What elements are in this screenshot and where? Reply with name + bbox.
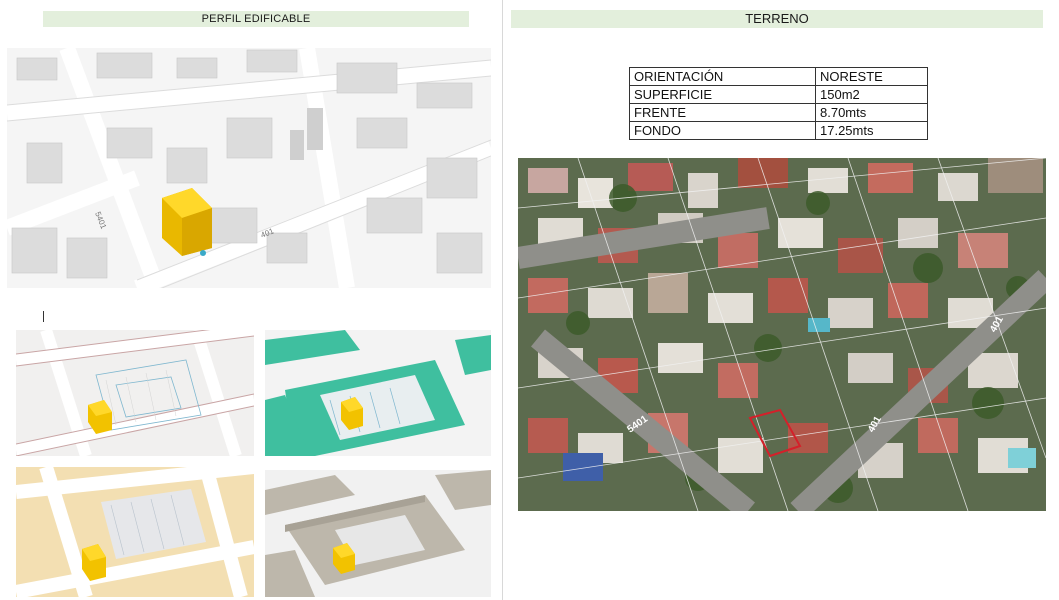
- table-cell-value: NORESTE: [815, 67, 928, 86]
- lot-map-teal-zone: [265, 330, 491, 456]
- table-cell-label: FRENTE: [629, 103, 816, 122]
- aerial-satellite-photo: 5401 401 401: [518, 158, 1046, 511]
- building-profile-3d-map: 5401 401: [7, 48, 491, 288]
- table-cell-label: ORIENTACIÓN: [629, 67, 816, 86]
- perfil-edificable-header: PERFIL EDIFICABLE: [43, 11, 469, 27]
- table-row: FONDO 17.25mts: [629, 121, 928, 140]
- lot-map-beige-zone: [16, 467, 254, 597]
- terreno-header: TERRENO: [511, 10, 1043, 28]
- table-cell-value: 17.25mts: [815, 121, 928, 140]
- table-row: FRENTE 8.70mts: [629, 103, 928, 122]
- table-cell-value: 8.70mts: [815, 103, 928, 122]
- table-row: SUPERFICIE 150m2: [629, 85, 928, 104]
- table-cell-value: 150m2: [815, 85, 928, 104]
- table-cell-label: FONDO: [629, 121, 816, 140]
- lot-map-volume: [265, 470, 491, 597]
- table-row: ORIENTACIÓN NORESTE: [629, 67, 928, 86]
- cursor-mark: [43, 311, 44, 322]
- lot-map-plain: [16, 330, 254, 456]
- property-table: ORIENTACIÓN NORESTE SUPERFICIE 150m2 FRE…: [629, 67, 928, 140]
- page-divider: [502, 0, 503, 600]
- table-cell-label: SUPERFICIE: [629, 85, 816, 104]
